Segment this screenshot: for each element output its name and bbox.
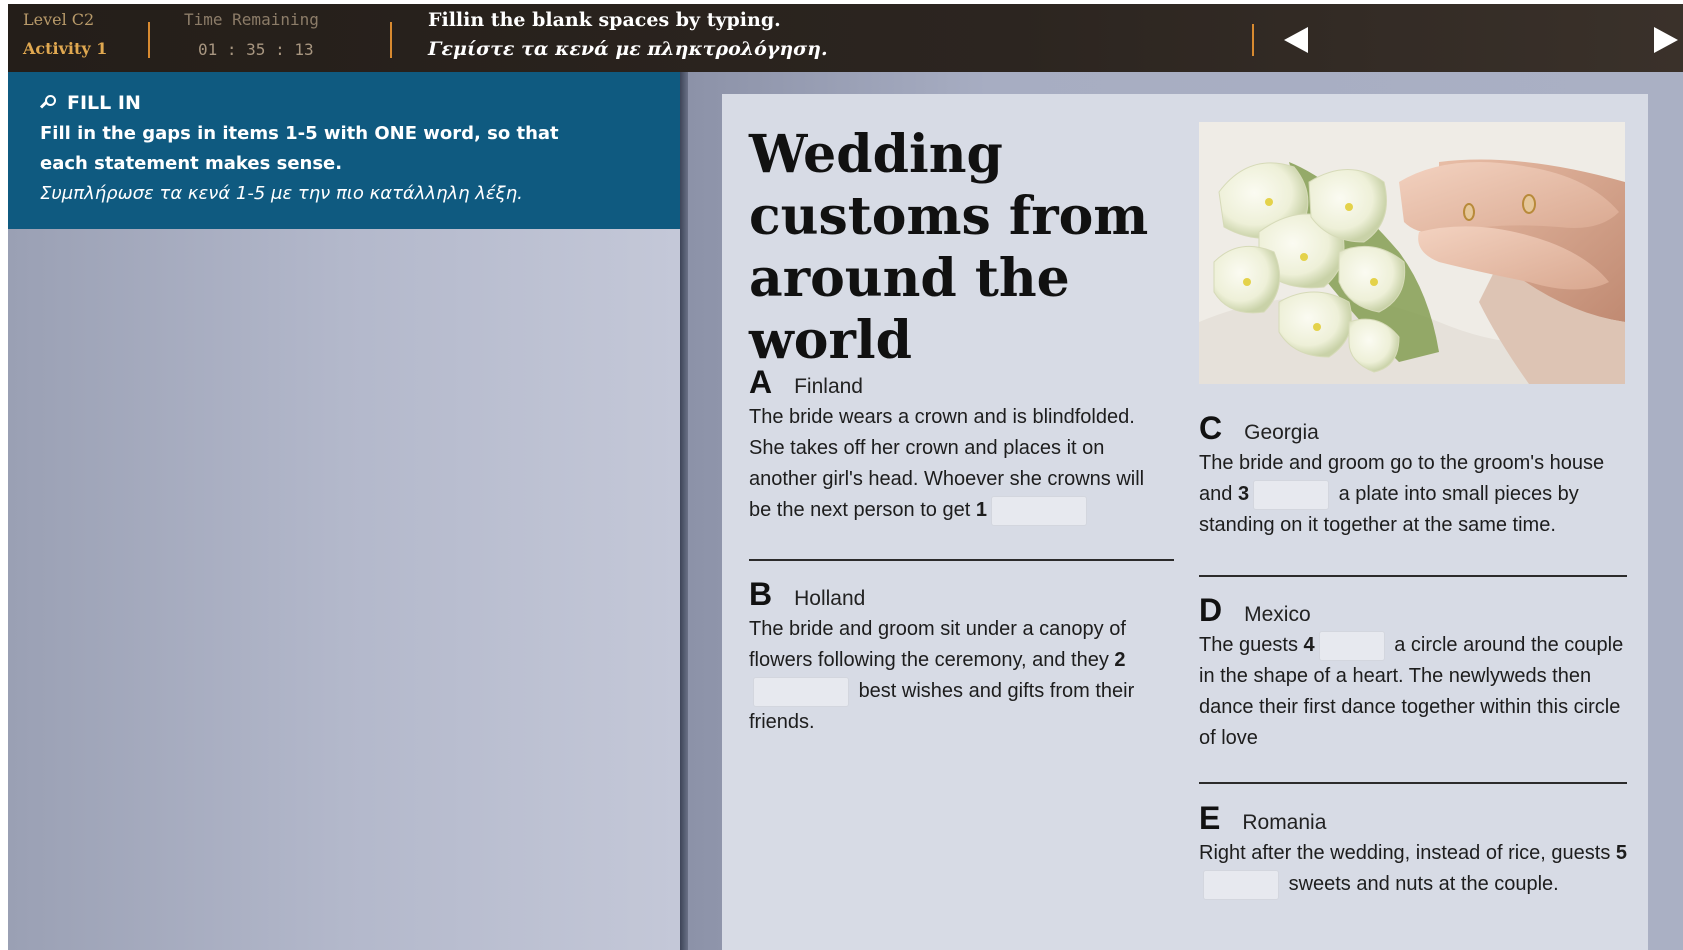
divider <box>1199 575 1627 577</box>
section-text: The bride and groom go to the groom's ho… <box>1199 452 1605 536</box>
instruction-greek: Γεμίστε τα κενά με πληκτρολόγηση. <box>428 38 828 60</box>
divider <box>1199 782 1627 784</box>
content-area: Wedding customs from around the world A … <box>688 72 1683 950</box>
divider <box>148 22 150 58</box>
gap-number: 2 <box>1114 649 1126 671</box>
section-letter: B <box>749 576 773 612</box>
section-text: The bride and groom sit under a canopy o… <box>749 618 1135 733</box>
task-instruction-greek: Συμπλήρωσε τα κενά 1-5 με την πιο κατάλλ… <box>40 183 523 204</box>
section-letter: E <box>1199 800 1221 836</box>
section-country: Holland <box>794 587 866 610</box>
section-text: The bride wears a crown and is blindfold… <box>749 402 1169 526</box>
gap-4-input[interactable] <box>1318 630 1385 661</box>
section-country: Finland <box>794 375 863 398</box>
arrow-left-icon <box>1284 27 1308 53</box>
section-e: E Romania Right after the wedding, inste… <box>1199 800 1629 900</box>
activity-window: Level C2 Activity 1 Time Remaining 01 : … <box>8 4 1683 950</box>
arrow-right-icon <box>1654 27 1678 53</box>
section-letter: D <box>1199 592 1223 628</box>
gap-number: 3 <box>1237 483 1250 505</box>
top-bar: Level C2 Activity 1 Time Remaining 01 : … <box>8 4 1683 72</box>
task-instruction-english: Fill in the gaps in items 1-5 with ONE w… <box>40 123 559 174</box>
section-letter: C <box>1199 410 1223 446</box>
task-heading: FILL IN <box>39 90 680 116</box>
article-page: Wedding customs from around the world A … <box>722 94 1648 950</box>
instruction-english: Fillin the blank spaces by typing. <box>428 9 781 31</box>
section-letter: A <box>749 364 773 400</box>
gap-number: 1 <box>975 499 987 521</box>
section-b: B Holland The bride and groom sit under … <box>749 576 1169 738</box>
gap-1-input[interactable] <box>990 495 1087 526</box>
divider <box>749 559 1174 561</box>
section-d: D Mexico The guests 4 a circle around th… <box>1199 592 1629 754</box>
previous-button[interactable] <box>1276 20 1316 60</box>
section-country: Mexico <box>1244 603 1311 626</box>
divider <box>1252 24 1254 56</box>
task-box: FILL IN Fill in the gaps in items 1-5 wi… <box>8 72 680 229</box>
article-title: Wedding customs from around the world <box>749 124 1149 371</box>
magnifier-icon <box>39 94 58 112</box>
task-title: FILL IN <box>67 92 141 114</box>
section-country: Georgia <box>1244 421 1319 444</box>
panel-divider <box>680 72 688 950</box>
time-remaining-label: Time Remaining <box>184 10 319 29</box>
gap-number: 5 <box>1615 842 1628 864</box>
gap-2-input[interactable] <box>753 676 849 707</box>
gap-5-input[interactable] <box>1203 869 1279 900</box>
next-button[interactable] <box>1648 20 1683 60</box>
gap-3-input[interactable] <box>1253 479 1330 510</box>
wedding-photo <box>1199 122 1625 384</box>
section-text: Right after the wedding, instead of rice… <box>1199 838 1629 900</box>
level-label: Level C2 <box>23 10 95 29</box>
time-remaining-value: 01 : 35 : 13 <box>198 40 314 59</box>
section-text: The guests 4 a circle around the couple … <box>1199 630 1629 754</box>
section-country: Romania <box>1242 811 1327 834</box>
section-a: A Finland The bride wears a crown and is… <box>749 364 1169 526</box>
activity-label: Activity 1 <box>23 39 108 58</box>
gap-number: 4 <box>1303 634 1315 656</box>
instructions-panel: FILL IN Fill in the gaps in items 1-5 wi… <box>8 72 680 950</box>
divider <box>390 22 392 58</box>
section-c: C Georgia The bride and groom go to the … <box>1199 410 1629 541</box>
